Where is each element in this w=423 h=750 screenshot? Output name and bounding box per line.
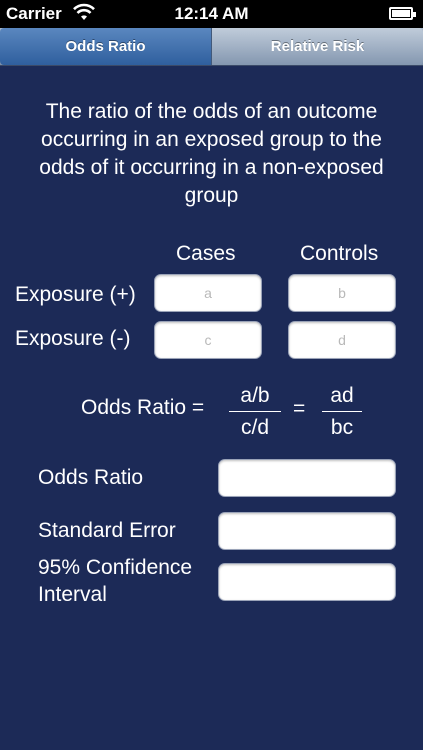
standard-error-label: Standard Error [38, 519, 176, 542]
fraction-bar [322, 411, 362, 412]
input-c[interactable]: c [154, 321, 262, 359]
odds-ratio-label: Odds Ratio [38, 466, 144, 489]
tab-relative-risk[interactable]: Relative Risk [212, 28, 423, 65]
tab-odds-ratio[interactable]: Odds Ratio [0, 28, 212, 65]
fraction-numerator: ad [330, 384, 354, 407]
input-a[interactable]: a [154, 274, 262, 312]
fraction-denominator: c/d [240, 416, 269, 439]
formula-equals: = [293, 397, 306, 420]
input-c-placeholder: c [204, 332, 212, 348]
input-d-placeholder: d [338, 332, 346, 348]
input-d[interactable]: d [288, 321, 396, 359]
status-bar: Carrier 12:14 AM [0, 0, 423, 28]
fraction-bar [229, 411, 281, 412]
column-header-controls: Controls [300, 242, 379, 265]
fraction-numerator: a/b [240, 384, 270, 407]
odds-ratio-field[interactable] [218, 459, 396, 497]
formula-label: Odds Ratio = [81, 396, 205, 419]
fraction-ab-over-cd: a/b c/d [229, 384, 281, 440]
row-label-exposure-negative: Exposure (-) [15, 327, 131, 350]
column-header-cases: Cases [176, 242, 236, 265]
fraction-ad-over-bc: ad bc [322, 384, 362, 440]
battery-icon [389, 7, 416, 20]
input-a-placeholder: a [204, 285, 212, 301]
confidence-interval-label-line2: Interval [38, 583, 107, 606]
row-label-exposure-positive: Exposure (+) [15, 283, 136, 306]
standard-error-field[interactable] [218, 512, 396, 550]
input-b[interactable]: b [288, 274, 396, 312]
description-text: The ratio of the odds of an outcome occu… [39, 100, 384, 207]
input-b-placeholder: b [338, 285, 346, 301]
confidence-interval-label-line1: 95% Confidence [38, 556, 193, 579]
confidence-interval-label: 95% Confidence Interval [38, 554, 192, 608]
status-time: 12:14 AM [174, 4, 249, 23]
segmented-control: Odds Ratio Relative Risk [0, 28, 423, 66]
confidence-interval-field[interactable] [218, 563, 396, 601]
fraction-denominator: bc [330, 416, 354, 439]
